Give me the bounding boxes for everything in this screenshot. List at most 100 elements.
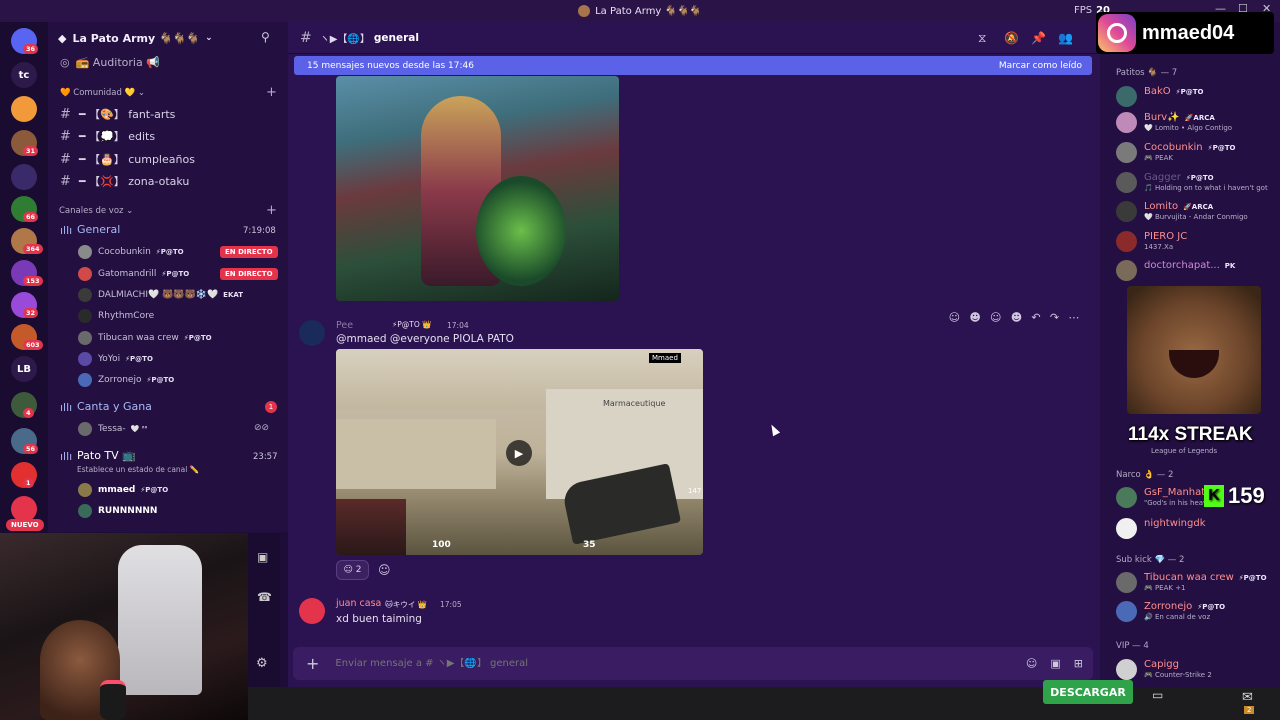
window-icon[interactable]: ▭ [1152,688,1163,702]
member-list-icon[interactable]: 👥 [1058,31,1073,45]
screen-share-icon[interactable]: ▣ [257,550,268,564]
voice-user[interactable]: RhythmCore [78,309,154,323]
image-icon[interactable]: ▣ [1050,657,1060,670]
voice-user[interactable]: DALMIACHI🤍 🐻🐻🐻❄️🤍 EKAT [78,288,243,302]
invite-people-icon[interactable]: ⚲ [261,30,270,44]
reaction-emoji-icon[interactable]: ☻ [969,311,980,324]
server-icon[interactable]: LB [11,356,37,382]
member-item[interactable]: Lomito 🚀ARCA 🤍 Burvujita - Andar Conmigo [1116,201,1248,222]
more-icon[interactable]: ⋯ [1068,311,1079,324]
emoji-icon[interactable]: ☺ [1026,657,1037,670]
member-activity: 1437.Xa [1144,243,1174,251]
member-item[interactable]: Cocobunkin ⚡P@TO 🎮 PEAK [1116,142,1235,163]
laugh-emoji-icon[interactable]: ☺ [990,311,1001,324]
gift-icon[interactable]: ⊞ [1074,657,1083,670]
member-group-header: Narco 👌 — 2 [1116,470,1174,480]
member-item[interactable]: Capigg 🎮 Counter-Strike 2 [1116,659,1212,680]
server-icon[interactable]: tc [11,62,37,88]
hud-ammo: 35 [583,540,596,550]
member-item[interactable]: BakO ⚡P@TO [1116,86,1203,107]
avatar[interactable] [299,320,325,346]
category-voice[interactable]: Canales de voz ⌄ [59,206,133,216]
threads-icon[interactable]: ⧖ [978,31,986,46]
text-channel[interactable]: # ━ 【🎂】 cumpleaños [60,151,195,167]
voice-user-name: RUNNNNNN [98,506,158,516]
voice-user[interactable]: Gatomandrill ⚡P@TO [78,267,189,281]
unread-badge: 1 [23,478,34,488]
voice-user[interactable]: Tessa- 🤍 ᐢᐢ [78,422,147,436]
voice-user[interactable]: RUNNNNNN [78,504,157,518]
reaction-emoji-icon[interactable]: ☺ [949,311,960,324]
voice-user[interactable]: Zorronejo ⚡P@TO [78,373,174,387]
microphone [100,680,126,720]
server-icon[interactable] [11,164,37,190]
new-messages-bar[interactable]: 15 mensajes nuevos desde las 17:46 Marca… [294,56,1092,75]
text-channel[interactable]: # ━ 【💢】 zona-otaku [60,173,189,189]
category-comunidad[interactable]: 🧡 Comunidad 💛 ⌄ [60,88,145,98]
server-header[interactable]: ◆ La Pato Army 🐐🐐🐐 ⌄ [58,28,278,48]
mark-read-button[interactable]: Marcar como leído [999,61,1082,71]
avatar [1116,260,1137,281]
reply-icon[interactable]: ↶ [1031,311,1040,324]
fan-art-image[interactable] [336,76,619,301]
member-item[interactable]: nightwingdk [1116,518,1206,539]
window-title: La Pato Army 🐐🐐🐐 [595,5,702,17]
member-item[interactable]: Tibucan waa crew ⚡P@TO 🎮 PEAK +1 [1116,572,1267,593]
member-name: nightwingdk [1144,518,1206,529]
kick-icon: K [1204,485,1224,507]
reaction-chip[interactable]: ☺ 2 [336,560,369,580]
voice-channel-general[interactable]: General [77,223,120,236]
member-name: BakO [1144,86,1171,97]
settings-gear-icon[interactable]: ⚙ [256,656,268,671]
create-voice-channel-icon[interactable]: + [266,203,277,218]
avatar [1116,518,1137,539]
forward-icon[interactable]: ↷ [1050,311,1059,324]
notifications-muted-icon[interactable]: 🔕 [1004,31,1019,45]
voice-channel-canta[interactable]: Canta y Gana [77,400,152,413]
voice-user[interactable]: Cocobunkin ⚡P@TO [78,245,184,259]
member-item[interactable]: PIERO JC 1437.Xa [1116,231,1187,252]
text-channel-label: ━ 【🎨】 fant-arts [78,108,176,121]
voice-channel-patotv[interactable]: Pato TV 📺 [77,449,136,462]
attach-plus-icon[interactable]: + [306,654,319,673]
voice-user-name: Tibucan waa crew [98,333,179,343]
message-time: 17:04 [447,321,469,330]
kick-count: 159 [1228,483,1265,508]
text-channel[interactable]: # ━ 【💭】 edits [60,128,155,144]
channel-auditoria[interactable]: ◎ 📻 Auditoria 📢 [60,56,160,69]
text-channel[interactable]: # ━ 【🎨】 fant-arts [60,106,175,122]
avatar [1116,201,1137,222]
create-channel-icon[interactable]: + [266,85,277,100]
message-input[interactable] [335,658,1026,669]
voice-user-name: Cocobunkin [98,247,151,257]
server-icon[interactable] [11,96,37,122]
message-author[interactable]: juan casa [336,598,381,609]
pinned-icon[interactable]: 📌 [1031,31,1046,45]
add-reaction-icon[interactable]: ☻ [1011,311,1022,324]
download-button[interactable]: DESCARGAR [1043,680,1133,704]
mail-icon[interactable]: ✉ [1242,690,1253,705]
unread-badge: 66 [23,212,39,222]
channel-status[interactable]: Establece un estado de canal ✏️ [77,465,199,474]
artwork-creature [476,176,566,286]
add-reaction-icon[interactable]: ☺ [378,563,391,577]
member-item[interactable]: Gagger ⚡P@TO 🎵 Holding on to what i haven'… [1116,172,1268,193]
avatar[interactable] [299,598,325,624]
disconnect-icon[interactable]: ☎ [257,590,272,604]
member-item[interactable]: Zorronejo ⚡P@TO 🔊 En canal de voz [1116,601,1225,622]
voice-user-tag: ⚡P@TO [161,270,190,278]
member-item[interactable]: Burv✨ 🚀ARCA 🤍 Lomito • Algo Contigo [1116,112,1232,133]
fps-label: FPS [1073,5,1093,16]
message-author[interactable]: Pee [336,320,353,331]
voice-user[interactable]: Tibucan waa crew ⚡P@TO [78,331,212,345]
avatar [78,422,92,436]
voice-user[interactable]: YoYoi ⚡P@TO [78,352,153,366]
play-icon[interactable]: ▶ [506,440,532,466]
message-time: 17:05 [440,600,462,609]
chevron-down-icon: ⌄ [205,33,213,43]
member-item[interactable]: doctorchapat... PK [1116,260,1235,281]
avatar [78,373,92,387]
voice-user[interactable]: mmaed ⚡P@TO [78,483,168,497]
new-badge: NUEVO [6,519,44,531]
live-badge: EN DIRECTO [220,268,278,280]
